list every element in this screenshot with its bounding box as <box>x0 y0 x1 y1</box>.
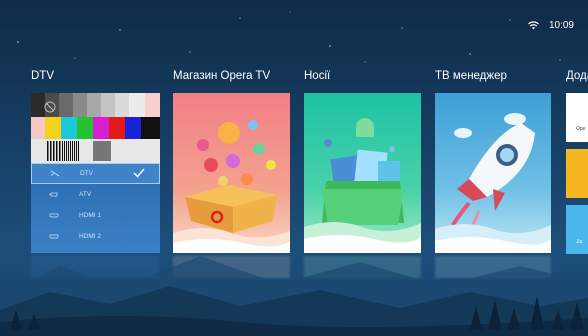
section-title-opera-store: Магазин Opera TV <box>173 70 271 82</box>
wifi-icon <box>528 21 539 30</box>
extra-tile-label: Ope <box>576 126 586 132</box>
section-title-tv-manager: ТВ менеджер <box>435 70 507 82</box>
source-item-hdmi2[interactable]: HDMI 2 <box>31 226 160 247</box>
section-title-media: Носії <box>304 70 331 82</box>
tv-test-pattern <box>31 93 160 163</box>
card-reflection <box>31 256 160 278</box>
hdmi-icon <box>49 233 59 240</box>
section-title-more: Додат <box>566 70 588 82</box>
dtv-card[interactable]: DTV ATV HDMI 1 HDMI 2 <box>31 93 160 253</box>
source-item-atv[interactable]: ATV <box>31 184 160 205</box>
media-folder-illustration <box>304 118 421 253</box>
extra-tile-label: Jia <box>576 239 583 245</box>
section-title-dtv: DTV <box>31 70 54 82</box>
extra-tile-2[interactable] <box>566 149 588 198</box>
source-label: ATV <box>79 191 92 198</box>
clock: 10:09 <box>548 20 574 31</box>
input-source-list: DTV ATV HDMI 1 HDMI 2 <box>31 163 160 253</box>
card-reflection <box>173 256 290 278</box>
source-label: DTV <box>80 170 93 177</box>
tv-manager-card[interactable] <box>435 93 551 253</box>
source-label: HDMI 1 <box>79 212 102 219</box>
source-label: HDMI 2 <box>79 233 102 240</box>
opera-store-illustration <box>173 120 290 253</box>
source-item-dtv[interactable]: DTV <box>31 163 160 184</box>
rocket-illustration <box>435 113 551 253</box>
media-card[interactable] <box>304 93 421 253</box>
extra-tile-1[interactable]: Ope <box>566 93 588 142</box>
antenna-plug-icon <box>49 191 59 198</box>
source-item-hdmi1[interactable]: HDMI 1 <box>31 205 160 226</box>
antenna-icon <box>50 170 60 177</box>
extra-tile-3[interactable]: Jia <box>566 205 588 254</box>
card-reflection <box>435 256 551 278</box>
checkmark-icon <box>133 168 145 178</box>
status-bar: 10:09 <box>528 20 574 31</box>
opera-store-card[interactable] <box>173 93 290 253</box>
hdmi-icon <box>49 212 59 219</box>
card-reflection <box>304 256 421 278</box>
